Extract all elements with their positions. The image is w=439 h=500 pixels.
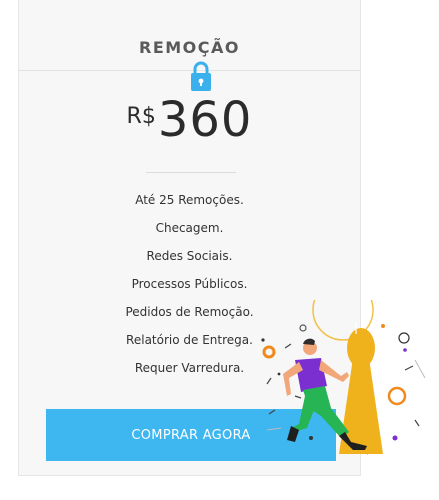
price-amount: 360 <box>157 92 253 148</box>
feature-item: Até 25 Remoções. <box>135 193 244 207</box>
divider <box>146 172 236 173</box>
price: R$360 <box>19 92 360 148</box>
feature-item: Checagem. <box>155 221 224 235</box>
feature-item: Redes Sociais. <box>146 249 233 263</box>
lock-icon <box>191 61 211 91</box>
person-running-keyhole-illustration <box>261 300 426 455</box>
price-currency: R$ <box>126 104 156 129</box>
feature-item: Processos Públicos. <box>131 277 248 291</box>
page: REMOÇÃO R$360 Até 25 Remoções. Checagem.… <box>0 0 439 500</box>
plan-title: REMOÇÃO <box>139 38 240 57</box>
